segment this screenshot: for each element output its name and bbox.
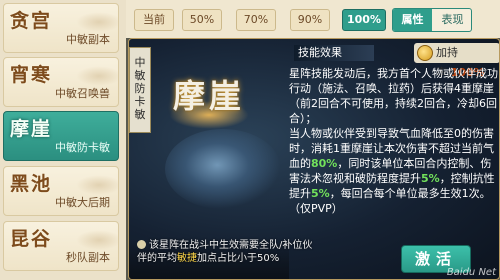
percent-button-current[interactable]: 当前 [134,9,174,31]
bonus-rate-box: 加持率:100% [414,43,499,79]
formation-item-name: 贪宫 [10,10,53,32]
watermark-logo: Baidu Net [446,267,496,278]
skill-description: 星阵技能发动后，我方首个人物或伙伴成功行动（施法、召唤、拉药）后获得4重摩崖（前… [289,66,499,216]
vertical-tag-char: 防 [134,82,146,95]
tab-attributes[interactable]: 属性 [393,9,432,31]
formation-item-moya[interactable]: 摩崖 中敏防卡敏 [3,111,119,161]
info-icon [137,240,146,249]
percent-button-90[interactable]: 90% [290,9,330,31]
formation-title: 摩崖 [173,77,246,115]
vertical-type-tag: 中 敏 防 卡 敏 [129,47,151,133]
percent-button-50[interactable]: 50% [182,9,222,31]
formation-item-tangong[interactable]: 贪宫 中敏副本 [3,3,119,53]
formation-item-sub: 中敏防卡敏 [55,141,110,154]
vertical-tag-char: 中 [134,56,146,69]
formation-item-name: 摩崖 [10,118,53,140]
view-toggle: 属性 表现 [392,8,472,32]
skill-desc-para1: 星阵技能发动后，我方首个人物或伙伴成功行动（施法、召唤、拉药）后获得4重摩崖（前… [289,67,498,125]
top-toolbar: 当前 50% 70% 90% 100% 属性 表现 [126,0,500,38]
vertical-tag-char: 敏 [134,108,146,121]
formation-item-kungu[interactable]: 昆谷 秒队副本 [3,221,119,271]
note-highlight: 敏捷 [177,253,197,264]
formation-item-sub: 中敏副本 [66,33,110,46]
desc-highlight: 5% [421,172,440,185]
percent-button-70[interactable]: 70% [236,9,276,31]
requirement-note: 该星阵在战斗中生效需要全队/补位伙伴的平均敏捷加点占比小于50% [137,239,317,265]
skill-effect-header: 技能效果 [294,45,374,61]
brush-decoration [76,66,118,86]
moon-artwork [165,129,281,209]
note-text: 加点占比小于50% [197,253,280,264]
formation-item-sub: 中敏大后期 [55,196,110,209]
brush-decoration [76,175,118,195]
formation-item-xiaohan[interactable]: 宵寒 中敏召唤兽 [3,57,119,107]
formation-item-name: 黑池 [10,173,53,195]
formation-item-sub: 秒队副本 [66,251,110,264]
formation-list: 贪宫 中敏副本 宵寒 中敏召唤兽 摩崖 中敏防卡敏 黑池 中敏大后期 昆谷 秒队… [0,0,126,280]
vertical-tag-char: 敏 [134,69,146,82]
desc-highlight: 80% [311,157,338,170]
vertical-tag-char: 卡 [134,95,146,108]
tab-appearance[interactable]: 表现 [433,9,471,31]
formation-detail-card: 中 敏 防 卡 敏 摩崖 技能效果 加持率:100% 星阵技能发动后，我方首个人… [128,38,500,280]
formation-item-heichi[interactable]: 黑池 中敏大后期 [3,166,119,216]
percent-button-100[interactable]: 100% [342,9,386,31]
skill-desc-para2: 当人物或伙伴受到导致气血降低至0的伤害时，消耗1重摩崖让本次伤害不超过当前气血的… [289,126,499,216]
desc-highlight: 5% [311,187,330,200]
brush-decoration [76,12,118,32]
coin-icon [417,45,433,61]
brush-decoration [76,230,118,250]
formation-item-sub: 中敏召唤兽 [55,87,110,100]
formation-item-name: 宵寒 [10,64,53,86]
formation-item-name: 昆谷 [10,228,53,250]
